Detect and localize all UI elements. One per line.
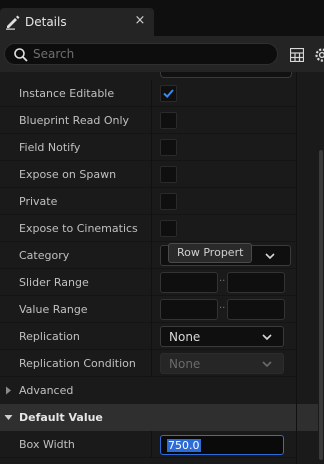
column-divider	[151, 188, 152, 215]
replication-value: None	[169, 330, 201, 344]
property-row-blueprint-read-only: Blueprint Read Only	[0, 107, 296, 134]
box-width-input[interactable]: 750.0	[160, 435, 284, 455]
property-label: Blueprint Read Only	[19, 114, 130, 127]
blueprint-read-only-checkbox[interactable]	[160, 112, 177, 129]
private-checkbox[interactable]	[160, 193, 177, 210]
previous-field-edge	[160, 72, 292, 78]
chevron-down-icon	[262, 361, 272, 368]
search-icon	[14, 48, 28, 62]
table-view-icon[interactable]	[290, 48, 304, 62]
expose-to-cinematics-checkbox[interactable]	[160, 220, 177, 237]
column-divider	[151, 215, 152, 242]
column-divider	[151, 80, 152, 107]
property-label: Field Notify	[19, 141, 81, 154]
property-row-box-width: Box Width 750.0	[0, 431, 296, 458]
field-notify-checkbox[interactable]	[160, 139, 177, 156]
slider-range-max-input[interactable]	[227, 272, 285, 293]
slider-range-min-input[interactable]	[160, 272, 218, 293]
pencil-icon	[6, 15, 20, 30]
property-row-field-notify: Field Notify	[0, 134, 296, 161]
column-divider	[151, 269, 152, 296]
property-label: Slider Range	[19, 276, 89, 289]
range-separator: ··	[219, 276, 226, 287]
range-separator: ··	[219, 303, 226, 314]
column-divider	[151, 323, 152, 350]
instance-editable-checkbox[interactable]	[160, 85, 177, 102]
default-value-section-header[interactable]: Default Value	[0, 404, 318, 431]
search-row	[0, 36, 324, 72]
property-label: Replication	[19, 330, 80, 343]
value-range-max-input[interactable]	[227, 299, 285, 320]
property-row-expose-on-spawn: Expose on Spawn	[0, 161, 296, 188]
details-properties: Instance Editable Blueprint Read Only Fi…	[0, 72, 324, 464]
value-range-min-input[interactable]	[160, 299, 218, 320]
gear-icon[interactable]	[313, 46, 324, 64]
advanced-label: Advanced	[19, 384, 74, 397]
search-box[interactable]	[4, 43, 278, 65]
tab-title: Details	[25, 15, 67, 29]
property-label: Instance Editable	[19, 87, 115, 100]
property-row-private: Private	[0, 188, 296, 215]
tab-bar: Details ×	[0, 0, 324, 40]
replication-combo[interactable]: None	[160, 326, 284, 347]
replication-condition-value: None	[169, 357, 201, 371]
column-divider	[151, 161, 152, 188]
property-row-category: Category Row Propert	[0, 242, 296, 269]
property-label: Box Width	[19, 438, 75, 451]
column-divider	[151, 242, 152, 269]
property-label: Replication Condition	[19, 357, 136, 370]
property-row-replication: Replication None	[0, 323, 296, 350]
advanced-section-toggle[interactable]: Advanced	[0, 377, 318, 404]
column-divider	[151, 134, 152, 161]
property-row-slider-range: Slider Range ··	[0, 269, 296, 296]
property-label: Private	[19, 195, 58, 208]
property-label: Category	[19, 249, 70, 262]
property-row-replication-condition: Replication Condition None	[0, 350, 296, 377]
column-divider	[151, 107, 152, 134]
expose-on-spawn-checkbox[interactable]	[160, 166, 177, 183]
search-input[interactable]	[33, 46, 271, 62]
tab-details[interactable]: Details ×	[0, 8, 154, 36]
replication-condition-combo: None	[160, 353, 284, 374]
column-divider	[151, 431, 152, 458]
property-label: Expose on Spawn	[19, 168, 117, 181]
property-row-value-range: Value Range ··	[0, 296, 296, 323]
checkmark-icon	[163, 89, 174, 99]
chevron-down-icon	[262, 334, 272, 341]
chevron-down-icon	[265, 253, 275, 260]
chevron-right-icon	[6, 386, 11, 395]
close-icon[interactable]: ×	[133, 13, 147, 29]
property-label: Expose to Cinematics	[19, 222, 138, 235]
column-divider-right	[296, 72, 297, 464]
column-divider	[151, 296, 152, 323]
property-row-expose-to-cinematics: Expose to Cinematics	[0, 215, 296, 242]
column-divider	[151, 350, 152, 377]
category-value[interactable]: Row Propert	[168, 243, 252, 263]
property-row-instance-editable: Instance Editable	[0, 80, 296, 107]
chevron-down-icon	[4, 415, 13, 420]
property-label: Value Range	[19, 303, 88, 316]
scrollbar-thumb[interactable]	[319, 150, 323, 460]
default-value-label: Default Value	[19, 411, 103, 424]
box-width-value: 750.0	[167, 439, 201, 452]
